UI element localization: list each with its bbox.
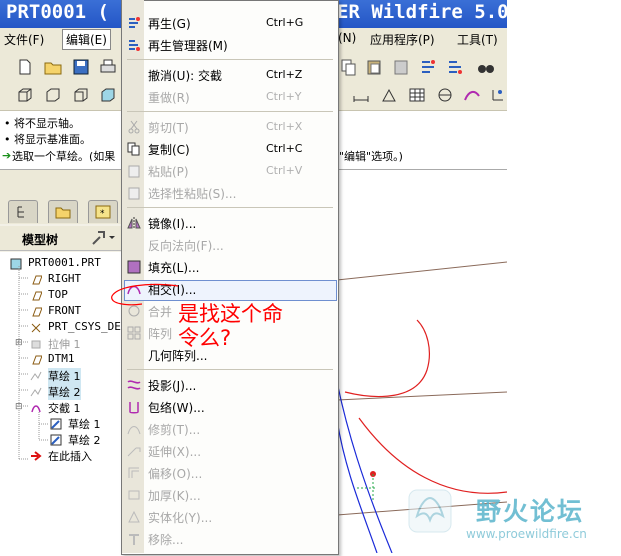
message-line-3: 选取一个草绘。(如果 bbox=[12, 150, 116, 163]
print-icon[interactable] bbox=[99, 58, 117, 76]
menu-item-trim[interactable]: 修剪(T)... bbox=[148, 421, 200, 438]
new-file-icon[interactable] bbox=[16, 58, 34, 76]
menu-item-offset[interactable]: 偏移(O)... bbox=[148, 465, 202, 482]
tree-settings-icon[interactable] bbox=[90, 229, 116, 247]
menu-item-project[interactable]: 投影(J)... bbox=[148, 377, 196, 394]
menu-file[interactable]: 文件(F) bbox=[4, 31, 44, 48]
menu-item-reverse-normal[interactable]: 反向法向(F)... bbox=[148, 237, 224, 254]
menu-item-paste-special[interactable]: 选择性粘贴(S)... bbox=[148, 185, 236, 202]
thicken-icon bbox=[128, 490, 140, 500]
paste-special-icon bbox=[128, 187, 140, 200]
favorites-icon: * bbox=[95, 205, 111, 219]
paste-special-toolbar-icon[interactable] bbox=[392, 58, 410, 76]
window-title: PRT0001 ( bbox=[6, 1, 109, 23]
save-icon[interactable] bbox=[72, 58, 90, 76]
shortcut-undo: Ctrl+Z bbox=[266, 68, 303, 81]
arrow-prompt-icon: ➔ bbox=[2, 149, 12, 162]
project-icon bbox=[127, 380, 141, 390]
pattern-icon bbox=[127, 326, 141, 340]
table-icon[interactable] bbox=[408, 86, 426, 104]
shortcut-regenerate: Ctrl+G bbox=[266, 16, 304, 29]
background-strip bbox=[507, 0, 621, 553]
svg-text:*: * bbox=[100, 209, 105, 219]
menu-item-wrap[interactable]: 包络(W)... bbox=[148, 399, 205, 416]
menu-item-pattern[interactable]: 阵列 bbox=[148, 325, 172, 342]
regenerate-icon bbox=[129, 17, 140, 28]
remove-icon bbox=[129, 534, 139, 545]
message-line-4: "编辑"选项。) bbox=[339, 150, 403, 163]
tab-model-tree[interactable] bbox=[8, 200, 38, 223]
menu-item-cut[interactable]: 剪切(T) bbox=[148, 119, 189, 136]
model-tree: PRT0001.PRT RIGHT TOP FRONT PRT_CSYS_DE … bbox=[0, 252, 122, 553]
datum-axis-icon[interactable] bbox=[436, 86, 454, 104]
open-folder-icon[interactable] bbox=[44, 58, 62, 76]
copy-icon bbox=[127, 142, 140, 156]
dimension-icon[interactable] bbox=[352, 86, 370, 104]
watermark-url: www.proewildfire.cn bbox=[466, 527, 587, 541]
tab-favorites[interactable]: * bbox=[88, 200, 118, 223]
paste-icon bbox=[128, 165, 140, 178]
copy-toolbar-icon[interactable] bbox=[339, 58, 357, 76]
window-title-suffix: ER Wildfire 5.0 bbox=[337, 1, 509, 23]
offset-icon bbox=[128, 467, 139, 478]
datum-point-icon[interactable] bbox=[380, 86, 398, 104]
menu-item-solidify[interactable]: 实体化(Y)... bbox=[148, 509, 212, 526]
menu-item-copy[interactable]: 复制(C) bbox=[148, 141, 190, 158]
menu-item-mirror[interactable]: 镜像(I)... bbox=[148, 215, 196, 232]
shaded-icon[interactable] bbox=[99, 86, 117, 104]
menu-n[interactable]: (N) bbox=[338, 31, 356, 45]
menu-edit[interactable]: 编辑(E) bbox=[62, 29, 111, 50]
menu-tools[interactable]: 工具(T) bbox=[457, 31, 498, 48]
curve-sketch-icon[interactable] bbox=[463, 86, 481, 104]
menu-item-redo[interactable]: 重做(R) bbox=[148, 89, 190, 106]
fill-icon bbox=[127, 260, 141, 274]
annotation-text-line-2: 令么? bbox=[178, 326, 232, 350]
solidify-icon bbox=[128, 510, 140, 523]
shortcut-cut: Ctrl+X bbox=[266, 120, 303, 133]
shortcut-redo: Ctrl+Y bbox=[266, 90, 302, 103]
menu-applications[interactable]: 应用程序(P) bbox=[370, 31, 435, 48]
model-tree-title: 模型树 bbox=[22, 233, 59, 247]
find-binoculars-icon[interactable] bbox=[477, 58, 495, 76]
watermark-logo-icon bbox=[408, 489, 452, 533]
watermark-text: 野火论坛 bbox=[476, 497, 585, 526]
menu-item-regen-manager[interactable]: 再生管理器(M) bbox=[148, 37, 228, 54]
annotation-circle bbox=[111, 283, 179, 306]
menu-item-extend[interactable]: 延伸(X)... bbox=[148, 443, 201, 460]
regen-manager-toolbar-icon[interactable] bbox=[446, 58, 464, 76]
menu-item-remove[interactable]: 移除... bbox=[148, 531, 183, 548]
menu-item-paste[interactable]: 粘贴(P) bbox=[148, 163, 189, 180]
regen-manager-icon bbox=[129, 40, 140, 51]
tab-folder-browser[interactable] bbox=[48, 200, 78, 223]
wrap-icon bbox=[129, 402, 139, 414]
regenerate-toolbar-icon[interactable] bbox=[419, 58, 437, 76]
no-hidden-icon[interactable] bbox=[72, 86, 90, 104]
folder-icon bbox=[55, 207, 71, 219]
paste-toolbar-icon[interactable] bbox=[365, 58, 383, 76]
datum-csys-icon[interactable] bbox=[489, 86, 507, 104]
menu-separator bbox=[127, 59, 333, 60]
menu-item-thicken[interactable]: 加厚(K)... bbox=[148, 487, 201, 504]
hidden-line-icon[interactable] bbox=[44, 86, 62, 104]
tree-icon bbox=[17, 206, 24, 218]
message-line-1: • 将不显示轴。 bbox=[4, 117, 80, 130]
menu-item-fill[interactable]: 填充(L)... bbox=[148, 259, 200, 276]
cut-icon bbox=[128, 120, 140, 134]
mirror-icon bbox=[127, 217, 141, 229]
message-line-2: • 将显示基准面。 bbox=[4, 133, 91, 146]
menu-separator bbox=[127, 207, 333, 208]
menu-separator bbox=[127, 369, 333, 370]
menu-item-undo[interactable]: 撤消(U): 交截 bbox=[148, 67, 222, 84]
menu-item-regenerate[interactable]: 再生(G) bbox=[148, 15, 191, 32]
shortcut-copy: Ctrl+C bbox=[266, 142, 303, 155]
trim-icon bbox=[127, 426, 141, 435]
shortcut-paste: Ctrl+V bbox=[266, 164, 303, 177]
menu-separator bbox=[127, 111, 333, 112]
view-box-icon[interactable] bbox=[16, 86, 34, 104]
extend-icon bbox=[127, 447, 141, 457]
tree-connectors bbox=[18, 266, 49, 460]
